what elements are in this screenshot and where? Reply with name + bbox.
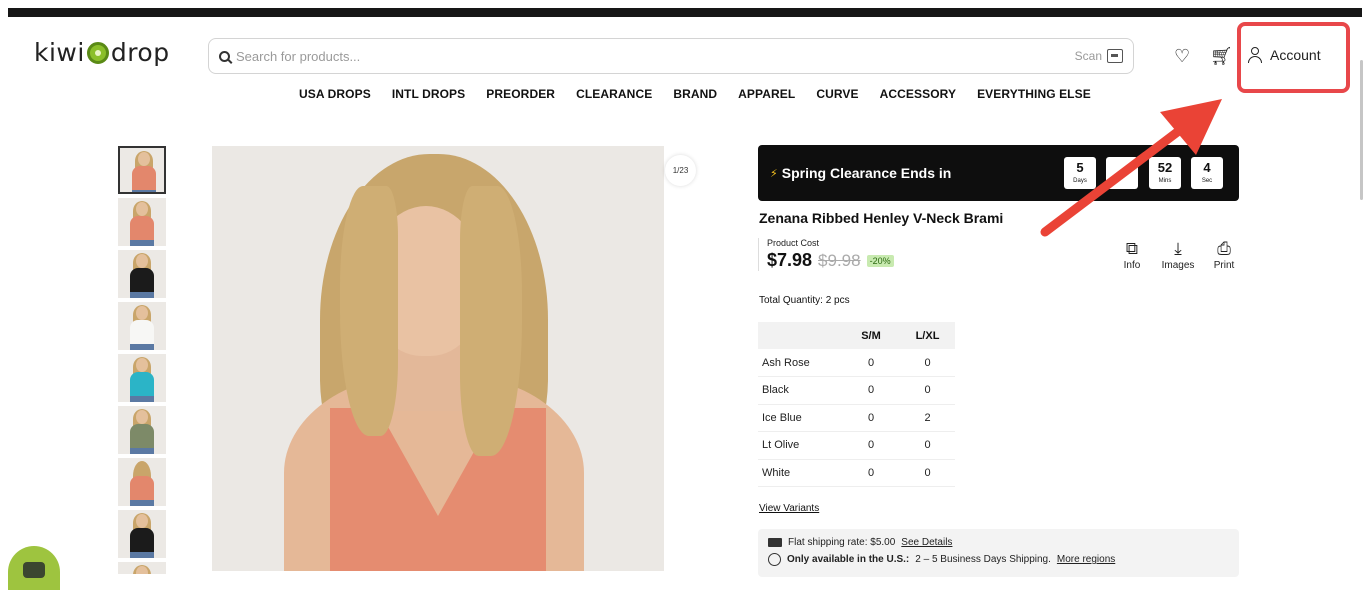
variant-color: Black	[758, 376, 842, 405]
table-header-color	[758, 322, 842, 349]
thumbnail-ice-blue[interactable]	[118, 354, 166, 402]
countdown-mins: 52 Mins	[1149, 157, 1181, 189]
shipping-rate-text: Flat shipping rate: $5.00	[788, 537, 896, 548]
chat-icon	[23, 562, 45, 578]
us-only-text: Only available in the U.S.:	[787, 554, 910, 565]
product-title: Zenana Ribbed Henley V-Neck Brami	[759, 210, 1004, 226]
qty-sm[interactable]: 0	[842, 349, 900, 377]
thumbnail-ash-rose-2[interactable]	[118, 198, 166, 246]
see-details-link[interactable]: See Details	[901, 537, 952, 548]
table-row: White 0 0	[758, 459, 955, 487]
logo-text-left: kiwi	[34, 38, 85, 67]
table-row: Ash Rose 0 0	[758, 349, 955, 377]
table-row: Lt Olive 0 0	[758, 431, 955, 460]
image-counter: 1/23	[665, 155, 696, 186]
print-button[interactable]: ⎙ Print	[1204, 238, 1244, 271]
heart-icon[interactable]: ♡	[1174, 46, 1190, 67]
scan-label: Scan	[1074, 49, 1102, 63]
shipping-time-text: 2 – 5 Business Days Shipping.	[915, 554, 1051, 565]
nav-intl-drops[interactable]: INTL DROPS	[392, 87, 465, 101]
discount-badge: -20%	[866, 254, 894, 267]
thumbnail-list	[118, 146, 166, 578]
qty-lxl[interactable]: 0	[900, 459, 955, 487]
variant-color: Ash Rose	[758, 349, 842, 377]
nav-usa-drops[interactable]: USA DROPS	[299, 87, 371, 101]
scan-button[interactable]: Scan	[1075, 49, 1123, 63]
thumbnail-black-2[interactable]	[118, 510, 166, 558]
qty-lxl[interactable]: 0	[900, 431, 955, 460]
info-label: Info	[1123, 260, 1141, 271]
images-button[interactable]: ⤓ Images	[1158, 238, 1198, 271]
countdown-hours: s	[1106, 157, 1138, 189]
table-header-lxl: L/XL	[900, 322, 955, 349]
truck-icon	[768, 538, 782, 547]
thumbnail-white[interactable]	[118, 302, 166, 350]
logo-text-right: drop	[110, 38, 170, 67]
promo-countdown-banner: ⚡︎ Spring Clearance Ends in 5 Days s 52 Mi…	[758, 145, 1239, 201]
countdown-secs: 4 Sec	[1191, 157, 1223, 189]
qty-sm[interactable]: 0	[842, 376, 900, 405]
variant-color: Ice Blue	[758, 404, 842, 432]
main-product-image[interactable]	[212, 146, 664, 571]
nav-brand[interactable]: BRAND	[673, 87, 717, 101]
search-input[interactable]	[236, 48, 1075, 64]
table-header-sm: S/M	[842, 322, 900, 349]
thumbnail-partial[interactable]	[118, 562, 166, 574]
main-nav: USA DROPS INTL DROPS PREORDER CLEARANCE …	[299, 87, 1091, 101]
search-bar[interactable]: Scan	[208, 38, 1134, 74]
barcode-scan-icon	[1107, 49, 1123, 63]
thumbnail-back-view[interactable]	[118, 458, 166, 506]
nav-everything-else[interactable]: EVERYTHING ELSE	[977, 87, 1091, 101]
top-announcement-bar	[8, 8, 1362, 17]
qty-lxl[interactable]: 0	[900, 349, 955, 377]
chat-widget-button[interactable]	[8, 546, 60, 590]
user-icon	[1248, 47, 1262, 63]
clock-icon	[768, 553, 781, 566]
qty-lxl[interactable]: 2	[900, 404, 955, 432]
qty-lxl[interactable]: 0	[900, 376, 955, 405]
promo-title: Spring Clearance Ends in	[781, 165, 952, 181]
download-icon: ⤓	[1174, 239, 1182, 258]
lightning-icon: ⚡︎	[770, 167, 778, 180]
images-label: Images	[1161, 260, 1195, 271]
countdown-days: 5 Days	[1064, 157, 1096, 189]
nav-accessory[interactable]: ACCESSORY	[880, 87, 956, 101]
qty-sm[interactable]: 0	[842, 431, 900, 460]
nav-clearance[interactable]: CLEARANCE	[576, 87, 652, 101]
page-scrollbar[interactable]	[1360, 60, 1363, 200]
thumbnail-black[interactable]	[118, 250, 166, 298]
account-label: Account	[1270, 47, 1321, 63]
copy-icon: ⧉	[1125, 239, 1139, 258]
view-variants-link[interactable]: View Variants	[759, 503, 819, 514]
table-row: Ice Blue 0 2	[758, 404, 955, 432]
kiwidrop-logo[interactable]: kiwi drop	[34, 38, 170, 67]
variant-color: Lt Olive	[758, 431, 842, 460]
variant-quantity-table: S/M L/XL Ash Rose 0 0 Black 0 0 Ice Blue…	[758, 322, 955, 487]
nav-preorder[interactable]: PREORDER	[486, 87, 555, 101]
shipping-info-box: Flat shipping rate: $5.00 See Details On…	[758, 529, 1239, 577]
nav-curve[interactable]: CURVE	[816, 87, 858, 101]
total-quantity: Total Quantity: 2 pcs	[759, 295, 850, 306]
original-price: $9.98	[818, 250, 861, 270]
current-price: $7.98	[767, 250, 813, 270]
thumbnail-lt-olive[interactable]	[118, 406, 166, 454]
table-row: Black 0 0	[758, 376, 955, 405]
info-button[interactable]: ⧉ Info	[1112, 238, 1152, 271]
account-button[interactable]: Account	[1248, 47, 1321, 63]
print-icon: ⎙	[1217, 239, 1231, 258]
kiwi-icon	[86, 41, 109, 64]
cart-icon[interactable]: 🛒︎	[1210, 46, 1233, 67]
product-cost-label: Product Cost	[767, 238, 820, 248]
variant-color: White	[758, 459, 842, 487]
qty-sm[interactable]: 0	[842, 459, 900, 487]
qty-sm[interactable]: 0	[842, 404, 900, 432]
search-icon	[219, 50, 230, 62]
print-label: Print	[1213, 260, 1235, 271]
more-regions-link[interactable]: More regions	[1057, 554, 1115, 565]
nav-apparel[interactable]: APPAREL	[738, 87, 795, 101]
price-block: Product Cost $7.98 $9.98 -20%	[758, 238, 894, 271]
thumbnail-ash-rose-1[interactable]	[118, 146, 166, 194]
